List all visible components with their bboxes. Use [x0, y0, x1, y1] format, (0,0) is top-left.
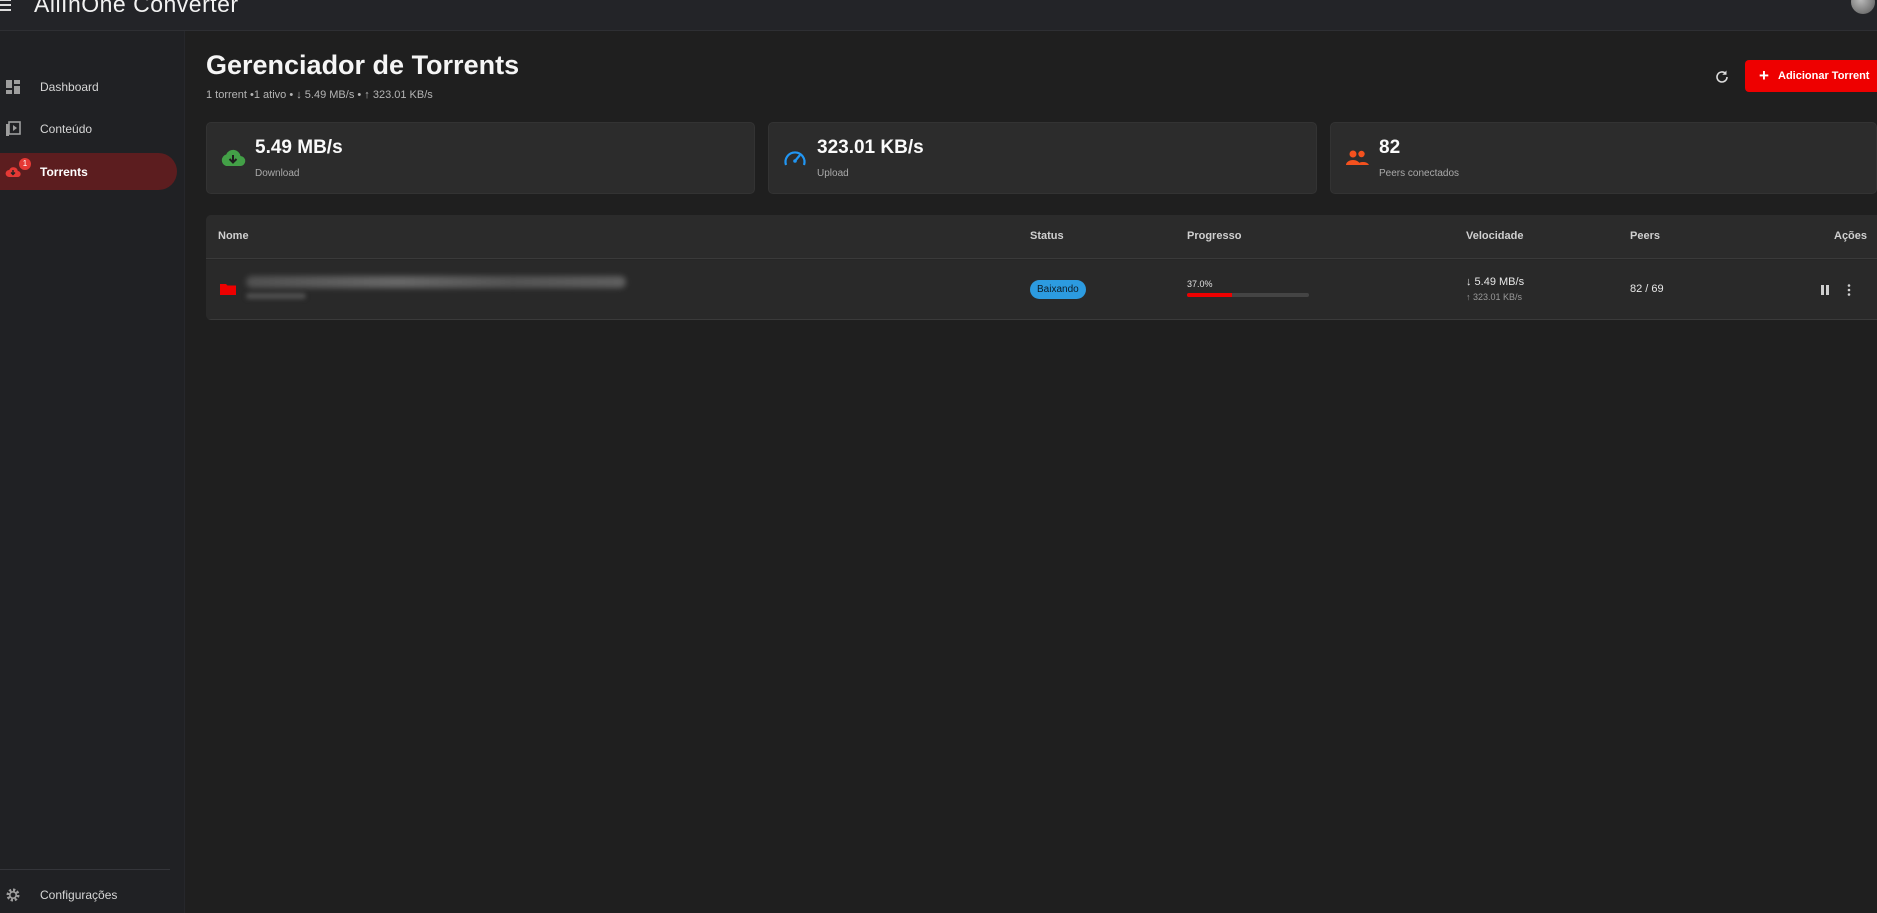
column-header-name[interactable]: Nome [218, 230, 249, 242]
notification-badge: 1 [19, 158, 31, 170]
torrent-size-redacted [246, 293, 306, 299]
stat-label: Peers conectados [1379, 168, 1460, 179]
table-row[interactable]: Baixando 37.0% ↓ 5.49 MB/s ↑ 323.01 KB/s… [206, 260, 1877, 320]
stat-card-upload: 323.01 KB/s Upload [768, 122, 1317, 194]
page-subtitle: 1 torrent •1 ativo • ↓ 5.49 MB/s • ↑ 323… [206, 89, 433, 101]
stat-value: 82 [1379, 137, 1401, 158]
status-badge: Baixando [1030, 280, 1086, 299]
folder-icon [220, 284, 236, 295]
sidebar-item-conteudo[interactable]: Conteúdo [0, 110, 177, 147]
people-icon [1346, 150, 1369, 165]
sidebar-item-label: Conteúdo [40, 121, 93, 136]
stat-card-peers: 82 Peers conectados [1330, 122, 1877, 194]
sidebar-item-label: Configurações [40, 888, 118, 902]
sidebar: Dashboard Conteúdo 1 Torrents Configuraç… [0, 31, 185, 913]
stat-value: 5.49 MB/s [255, 137, 343, 158]
progress-fill [1187, 293, 1233, 297]
torrent-name-redacted [246, 276, 626, 288]
sidebar-item-torrents[interactable]: 1 Torrents [0, 153, 177, 190]
add-torrent-label: Adicionar Torrent [1778, 70, 1870, 82]
sidebar-item-label: Torrents [40, 164, 88, 179]
page-title: Gerenciador de Torrents [206, 50, 520, 80]
column-header-status[interactable]: Status [1030, 230, 1064, 242]
progress-text: 37.0% [1187, 279, 1213, 289]
torrents-table: Nome Status Progresso Velocidade Peers A… [206, 215, 1877, 320]
progress-bar [1187, 293, 1309, 297]
sidebar-item-settings[interactable]: Configurações [0, 882, 177, 908]
peers-count: 82 / 69 [1630, 283, 1664, 295]
dashboard-icon [6, 79, 20, 94]
download-speed: ↓ 5.49 MB/s [1466, 276, 1525, 288]
column-header-speed[interactable]: Velocidade [1466, 230, 1523, 242]
pause-icon[interactable] [1820, 285, 1830, 295]
stat-card-download: 5.49 MB/s Download [206, 122, 755, 194]
table-header: Nome Status Progresso Velocidade Peers A… [206, 215, 1877, 259]
speedometer-icon [784, 151, 806, 166]
cloud-download-icon [221, 149, 246, 167]
menu-icon[interactable] [0, 0, 14, 11]
column-header-peers[interactable]: Peers [1630, 230, 1660, 242]
top-app-bar: AllInOne Converter [0, 0, 1877, 31]
column-header-actions: Ações [1834, 230, 1868, 242]
sidebar-item-dashboard[interactable]: Dashboard [0, 68, 177, 105]
upload-speed: ↑ 323.01 KB/s [1466, 292, 1523, 302]
sidebar-item-label: Dashboard [40, 79, 99, 94]
gear-icon [6, 888, 20, 902]
stat-label: Upload [817, 168, 849, 179]
app-logo: AllInOne Converter [34, 0, 239, 17]
more-vert-icon[interactable] [1847, 284, 1851, 296]
stat-value: 323.01 KB/s [817, 137, 924, 158]
avatar[interactable] [1851, 0, 1875, 14]
add-torrent-button[interactable]: + Adicionar Torrent [1745, 60, 1877, 92]
plus-icon: + [1759, 66, 1769, 85]
refresh-icon[interactable] [1713, 68, 1731, 86]
column-header-progress[interactable]: Progresso [1187, 230, 1241, 242]
stat-label: Download [255, 168, 300, 179]
sidebar-divider [0, 869, 170, 870]
video-library-icon [6, 120, 21, 136]
